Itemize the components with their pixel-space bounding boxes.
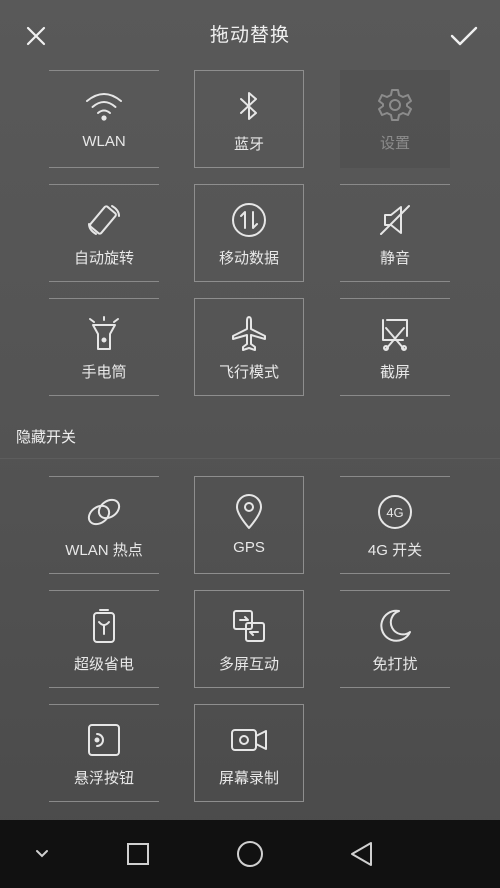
hotspot-icon <box>87 498 121 526</box>
tile-label: 超级省电 <box>73 656 134 673</box>
tile-label: 4G 开关 <box>367 542 423 559</box>
tile-gps[interactable]: GPS <box>194 476 304 574</box>
home-circle-icon <box>237 841 263 867</box>
location-pin-icon <box>236 494 262 529</box>
4g-icon: 4G <box>378 495 412 529</box>
tile-label: 多屏互动 <box>218 656 279 673</box>
page-title: 拖动替换 <box>209 25 290 46</box>
screenshot-icon <box>382 319 408 351</box>
flashlight-icon <box>89 316 119 350</box>
auto-rotate-icon <box>88 205 120 235</box>
tile-label: 截屏 <box>379 364 410 381</box>
tile-label: 移动数据 <box>218 250 279 267</box>
wifi-icon <box>86 93 122 121</box>
hide-navbar-button[interactable] <box>22 834 62 874</box>
system-navigation-bar <box>0 820 500 888</box>
recents-square-icon <box>127 843 149 865</box>
tile-label: WLAN <box>82 133 126 150</box>
tile-flashlight[interactable]: 手电筒 <box>49 298 159 396</box>
back-triangle-icon <box>351 842 372 866</box>
top-bar: 拖动替换 <box>0 0 500 68</box>
tile-4g[interactable]: 4G 4G 开关 <box>340 476 450 574</box>
back-button[interactable] <box>342 834 382 874</box>
tile-label: 手电筒 <box>81 364 127 381</box>
moon-icon <box>380 609 411 642</box>
section-divider <box>0 458 500 459</box>
floating-button-icon <box>88 724 120 756</box>
tile-label: 免打扰 <box>372 656 418 673</box>
tile-screenshot[interactable]: 截屏 <box>340 298 450 396</box>
tile-label: WLAN 热点 <box>65 542 143 559</box>
tile-multi-screen[interactable]: 多屏互动 <box>194 590 304 688</box>
tile-label: 自动旋转 <box>73 250 134 267</box>
airplane-icon <box>232 316 266 351</box>
tile-mute[interactable]: 静音 <box>340 184 450 282</box>
tile-label: 设置 <box>379 135 410 152</box>
section-title-hidden-switches: 隐藏开关 <box>16 429 77 446</box>
confirm-button[interactable] <box>446 18 482 54</box>
4g-badge-text: 4G <box>386 505 403 520</box>
check-icon <box>450 26 478 46</box>
tile-wlan-hotspot[interactable]: WLAN 热点 <box>49 476 159 574</box>
tile-label: 悬浮按钮 <box>73 770 134 787</box>
tile-label: 静音 <box>379 250 410 267</box>
tile-mobile-data[interactable]: 移动数据 <box>194 184 304 282</box>
tile-screen-record[interactable]: 屏幕录制 <box>194 704 304 802</box>
screen-record-icon <box>231 729 267 751</box>
mute-icon <box>380 205 410 235</box>
tile-do-not-disturb[interactable]: 免打扰 <box>340 590 450 688</box>
recents-button[interactable] <box>118 834 158 874</box>
tile-floating-button[interactable]: 悬浮按钮 <box>49 704 159 802</box>
tile-label: 屏幕录制 <box>218 770 279 787</box>
tile-bluetooth[interactable]: 蓝牙 <box>194 70 304 168</box>
tile-settings[interactable]: 设置 <box>340 70 450 168</box>
tile-label: 蓝牙 <box>233 136 264 153</box>
mobile-data-icon <box>232 203 266 237</box>
home-button[interactable] <box>230 834 270 874</box>
tile-super-power-saving[interactable]: 超级省电 <box>49 590 159 688</box>
gear-icon <box>378 89 412 121</box>
chevron-down-icon <box>36 850 48 858</box>
tile-wlan[interactable]: WLAN <box>49 70 159 168</box>
bluetooth-icon <box>240 92 257 120</box>
battery-saver-icon <box>93 609 115 643</box>
multi-screen-icon <box>233 610 265 642</box>
tile-auto-rotate[interactable]: 自动旋转 <box>49 184 159 282</box>
tile-label: 飞行模式 <box>218 364 279 381</box>
tile-airplane[interactable]: 飞行模式 <box>194 298 304 396</box>
tile-label: GPS <box>233 539 265 556</box>
